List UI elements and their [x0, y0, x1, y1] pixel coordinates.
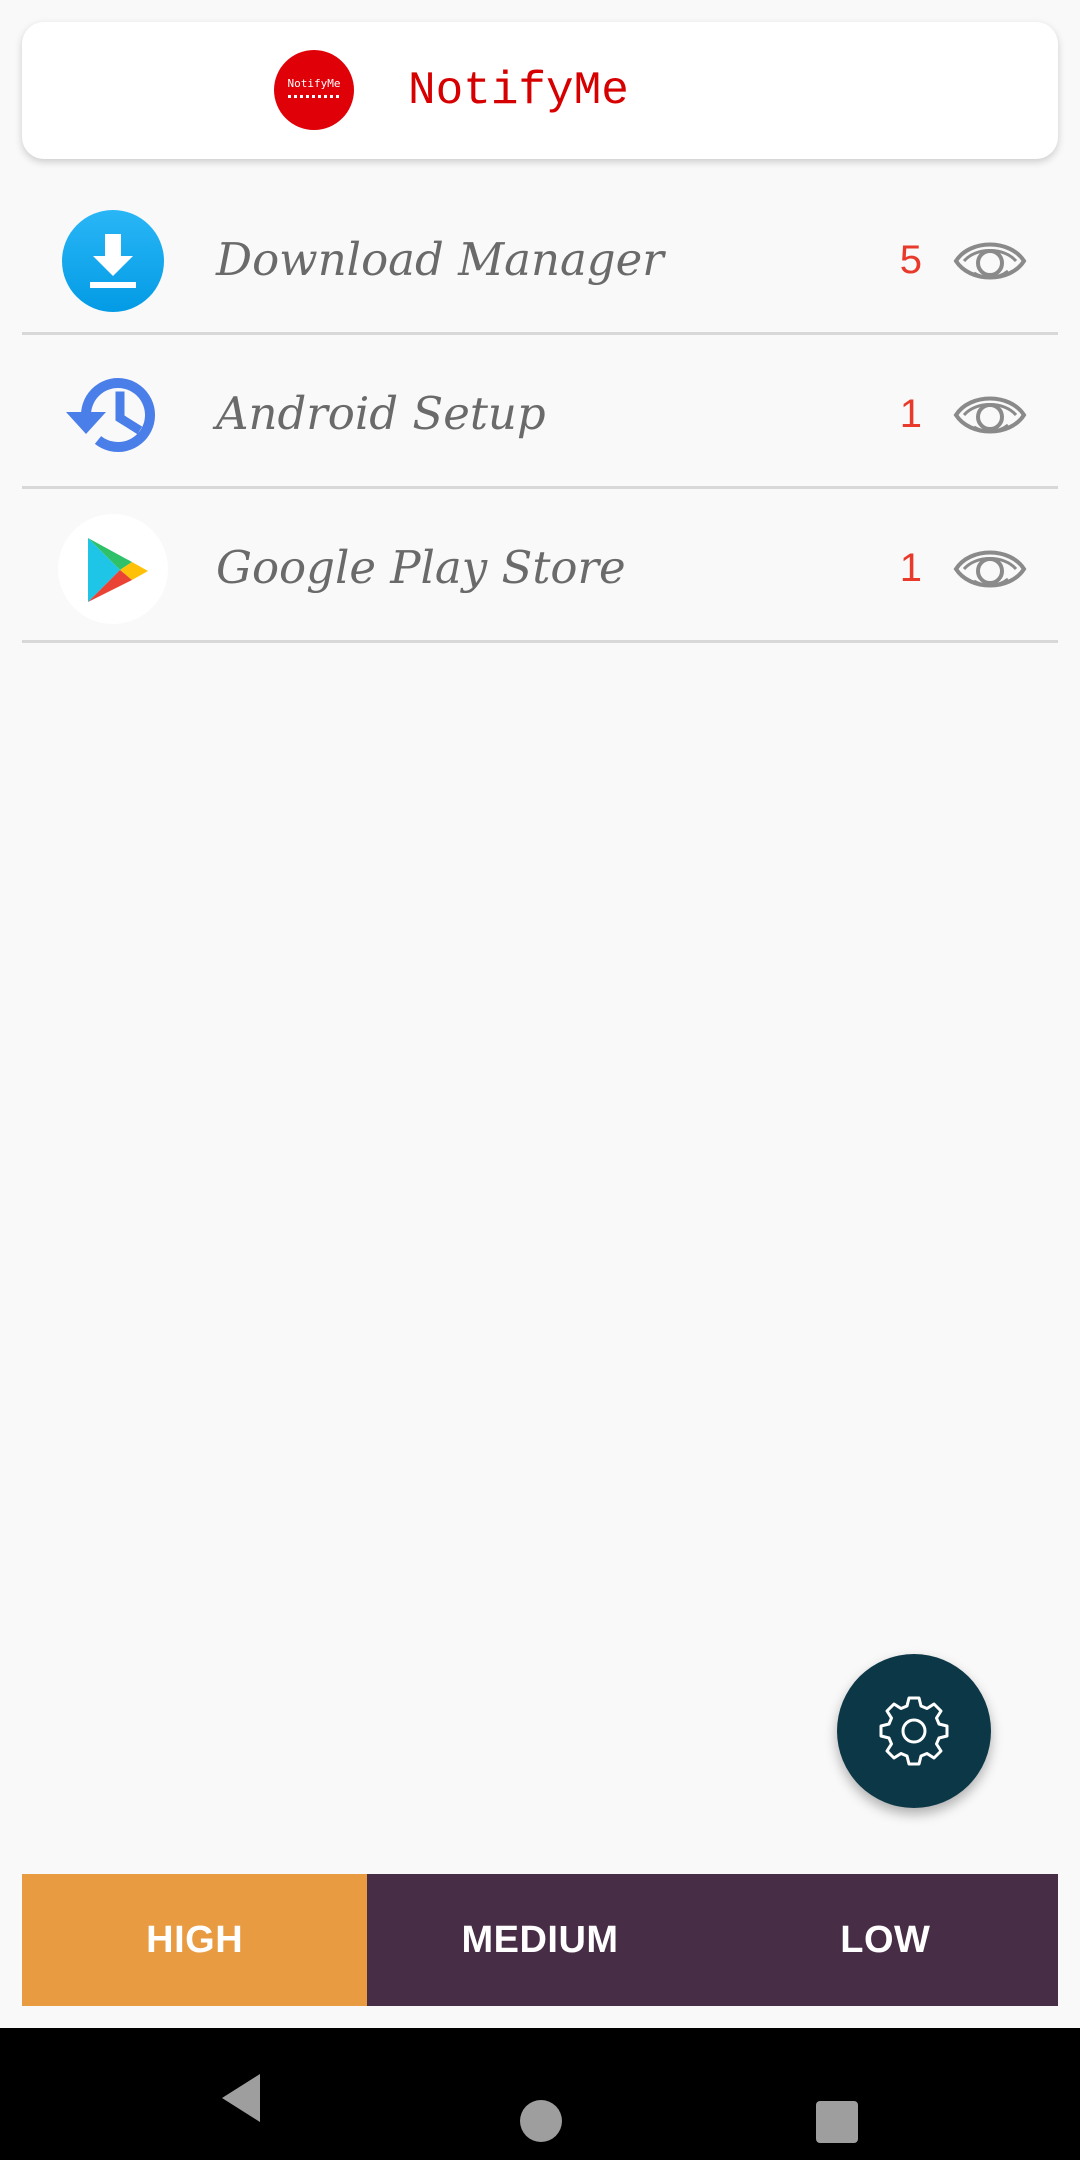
notification-count: 1: [899, 392, 922, 436]
eye-icon[interactable]: [952, 233, 1028, 289]
recent-apps-icon[interactable]: [816, 2101, 858, 2143]
row-divider: [22, 640, 1058, 643]
app-name: Download Manager: [216, 233, 664, 286]
tab-low[interactable]: LOW: [713, 1874, 1058, 2006]
eye-icon[interactable]: [952, 387, 1028, 443]
download-manager-icon: [58, 206, 168, 316]
back-icon[interactable]: [218, 2070, 264, 2126]
list-item[interactable]: Google Play Store 1: [0, 489, 1080, 643]
logo-text: NotifyMe: [287, 77, 341, 90]
logo-dots: [288, 95, 340, 98]
notification-count: 1: [899, 546, 922, 590]
app-name: Android Setup: [216, 387, 546, 440]
priority-tabs: HIGH MEDIUM LOW: [22, 1874, 1058, 2006]
tab-medium[interactable]: MEDIUM: [367, 1874, 712, 2006]
home-icon[interactable]: [520, 2100, 562, 2142]
app-list: Download Manager 5 Android Setup 1 Googl…: [0, 181, 1080, 643]
notification-count: 5: [899, 238, 922, 282]
notifyme-screen: NotifyMe NotifyMe Download Manager 5 And…: [0, 0, 1080, 2160]
system-nav-bar: [0, 2028, 1080, 2160]
google-play-icon: [58, 514, 168, 624]
page-title: NotifyMe: [408, 65, 629, 117]
list-item[interactable]: Android Setup 1: [0, 335, 1080, 489]
history-icon: [58, 360, 168, 470]
list-item[interactable]: Download Manager 5: [0, 181, 1080, 335]
tab-high[interactable]: HIGH: [22, 1874, 368, 2006]
eye-icon[interactable]: [952, 541, 1028, 597]
app-header: NotifyMe NotifyMe: [22, 22, 1058, 159]
settings-button[interactable]: [837, 1654, 991, 1808]
gear-icon: [879, 1696, 949, 1766]
app-logo: NotifyMe: [274, 50, 354, 130]
app-name: Google Play Store: [216, 541, 626, 594]
